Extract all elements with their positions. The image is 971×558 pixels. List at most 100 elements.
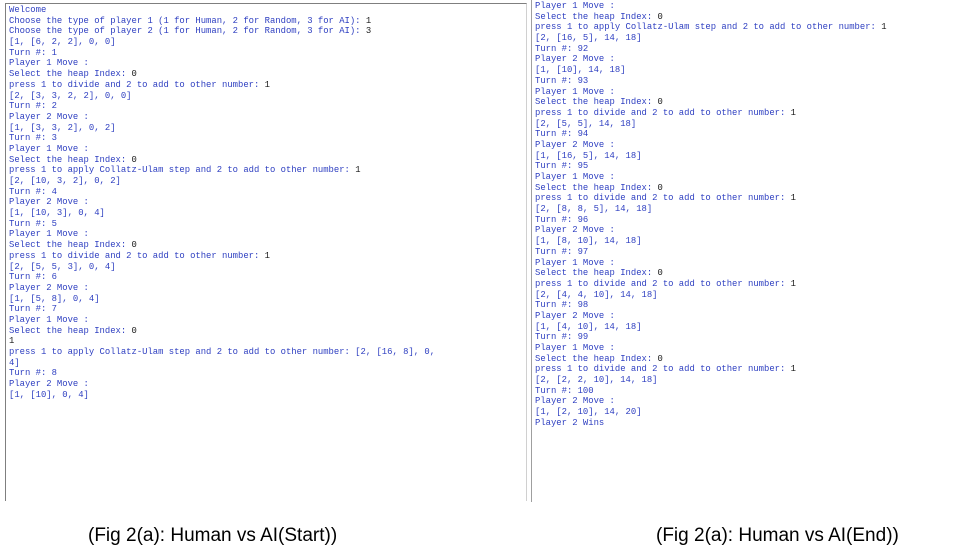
console-line-text: Player 2 Wins <box>535 417 605 428</box>
console-line: [2, [2, 2, 10], 14, 18] <box>535 375 971 386</box>
console-line-text: Player 2 Move : <box>535 54 615 65</box>
console-line-text: [2, [5, 5], 14, 18] <box>535 118 637 129</box>
console-line-text: Player 1 Move : <box>9 229 89 240</box>
console-line-text: Turn #: 94 <box>535 129 589 140</box>
console-line-text: Player 2 Move : <box>9 111 89 122</box>
console-line-text: Turn #: 4 <box>9 186 57 197</box>
console-line: Player 2 Move : <box>535 311 971 322</box>
console-line: [1, [5, 8], 0, 4] <box>9 294 526 305</box>
console-line-text: Select the heap Index: <box>9 325 132 336</box>
console-line-text: Select the heap Index: <box>9 240 132 251</box>
console-line-text: Player 1 Move : <box>535 1 615 11</box>
console-line-text: Player 1 Move : <box>9 143 89 154</box>
console-line-text: Turn #: 100 <box>535 385 594 396</box>
console-user-input: 1 <box>790 278 796 289</box>
console-line-text: Player 1 Move : <box>535 343 615 353</box>
console-line-text: [2, [5, 5, 3], 0, 4] <box>9 261 116 272</box>
console-line: Choose the type of player 2 (1 for Human… <box>9 26 526 37</box>
console-line: Select the heap Index: 0 <box>9 240 526 251</box>
console-line: Select the heap Index: 0 <box>535 97 971 108</box>
console-line: Player 2 Move : <box>535 225 971 236</box>
console-line: Turn #: 96 <box>535 215 971 226</box>
console-line-text: [1, [8, 10], 14, 18] <box>535 236 642 247</box>
console-line-text: 4] <box>9 357 20 368</box>
console-line: Player 2 Move : <box>535 140 971 151</box>
console-line-text: [2, [8, 8, 5], 14, 18] <box>535 204 653 215</box>
console-line-text: press 1 to apply Collatz-Ulam step and 2… <box>9 347 436 357</box>
console-line-text: press 1 to apply Collatz-Ulam step and 2… <box>535 22 882 33</box>
console-line: Player 1 Move : <box>535 258 971 269</box>
console-line: 4] <box>9 358 526 369</box>
console-line: Player 2 Move : <box>9 283 526 294</box>
console-line: press 1 to divide and 2 to add to other … <box>535 364 971 375</box>
console-line: Select the heap Index: 0 <box>9 69 526 80</box>
console-user-input: 0 <box>657 353 663 364</box>
console-line-text: Turn #: 3 <box>9 133 57 144</box>
console-line: Turn #: 8 <box>9 368 526 379</box>
console-line: [1, [3, 3, 2], 0, 2] <box>9 123 526 134</box>
console-line-text: press 1 to divide and 2 to add to other … <box>535 278 791 289</box>
console-line-text: [1, [2, 10], 14, 20] <box>535 407 642 418</box>
console-line: Turn #: 2 <box>9 101 526 112</box>
console-user-input: 0 <box>131 325 137 336</box>
console-line-text: Player 1 Move : <box>535 172 615 182</box>
console-user-input: 1 <box>264 79 270 90</box>
console-line-text: [1, [10], 14, 18] <box>535 65 626 76</box>
console-user-input: 1 <box>790 107 796 118</box>
console-line-text: Player 2 Move : <box>535 396 615 407</box>
console-line: [2, [10, 3, 2], 0, 2] <box>9 176 526 187</box>
console-line: Select the heap Index: 0 <box>535 354 971 365</box>
console-line: [2, [16, 5], 14, 18] <box>535 33 971 44</box>
console-line-text: [1, [10, 3], 0, 4] <box>9 208 105 219</box>
console-user-input: 1 <box>790 193 796 204</box>
console-line-text: Welcome <box>9 5 47 15</box>
console-line: Player 2 Move : <box>9 197 526 208</box>
console-line: [1, [8, 10], 14, 18] <box>535 236 971 247</box>
console-line: Player 1 Move : <box>9 315 526 326</box>
console-line: Player 1 Move : <box>535 1 971 12</box>
console-line-text: Turn #: 1 <box>9 47 57 58</box>
console-line-text: Choose the type of player 1 (1 for Human… <box>9 15 366 26</box>
console-line-text: Player 2 Move : <box>535 139 615 150</box>
console-line-text: Player 2 Move : <box>535 310 615 321</box>
console-user-input: 1 <box>790 364 796 375</box>
console-line: [1, [2, 10], 14, 20] <box>535 407 971 418</box>
console-output-start[interactable]: Welcome Choose the type of player 1 (1 fo… <box>5 3 527 501</box>
console-line-text: Player 2 Move : <box>9 197 89 208</box>
console-line-text: Turn #: 93 <box>535 75 589 86</box>
console-line: Player 1 Move : <box>535 343 971 354</box>
console-line-text: Player 2 Move : <box>9 379 89 390</box>
console-line-text: press 1 to divide and 2 to add to other … <box>535 107 791 118</box>
console-line-text: Player 1 Move : <box>9 314 89 325</box>
console-output-end[interactable]: Player 1 Move : Select the heap Index: 0p… <box>531 0 971 502</box>
console-line: Player 2 Move : <box>9 379 526 390</box>
console-line: Select the heap Index: 0 <box>535 268 971 279</box>
console-line: Turn #: 94 <box>535 129 971 140</box>
console-line: [1, [6, 2, 2], 0, 0] <box>9 37 526 48</box>
console-line-text: Turn #: 8 <box>9 368 57 379</box>
console-line: Turn #: 3 <box>9 133 526 144</box>
console-line-text: Player 2 Move : <box>535 225 615 236</box>
console-line-text: Turn #: 92 <box>535 43 589 54</box>
console-user-input: 1 <box>9 336 15 347</box>
console-line-text: Player 1 Move : <box>9 58 89 69</box>
console-line: 1 <box>9 336 526 347</box>
console-line-text: [2, [4, 4, 10], 14, 18] <box>535 289 658 300</box>
console-line-text: press 1 to divide and 2 to add to other … <box>9 79 265 90</box>
console-line: press 1 to divide and 2 to add to other … <box>9 80 526 91</box>
console-line-text: [1, [10], 0, 4] <box>9 389 89 400</box>
console-line-text: press 1 to divide and 2 to add to other … <box>9 250 265 261</box>
console-line-text: Turn #: 6 <box>9 272 57 283</box>
figure-caption-start: (Fig 2(a): Human vs AI(Start)) <box>88 525 338 546</box>
console-line: [2, [8, 8, 5], 14, 18] <box>535 204 971 215</box>
console-line-text: [2, [3, 3, 2, 2], 0, 0] <box>9 90 132 101</box>
console-line: Player 1 Move : <box>535 172 971 183</box>
console-line-text: Turn #: 7 <box>9 304 57 315</box>
console-line-text: [2, [16, 5], 14, 18] <box>535 33 642 44</box>
console-line: Player 2 Wins <box>535 418 971 429</box>
console-line-text: Select the heap Index: <box>535 353 658 364</box>
console-line: [1, [10], 14, 18] <box>535 65 971 76</box>
console-user-input: 1 <box>355 165 361 176</box>
console-line: Turn #: 97 <box>535 247 971 258</box>
console-line-text: Turn #: 96 <box>535 214 589 225</box>
